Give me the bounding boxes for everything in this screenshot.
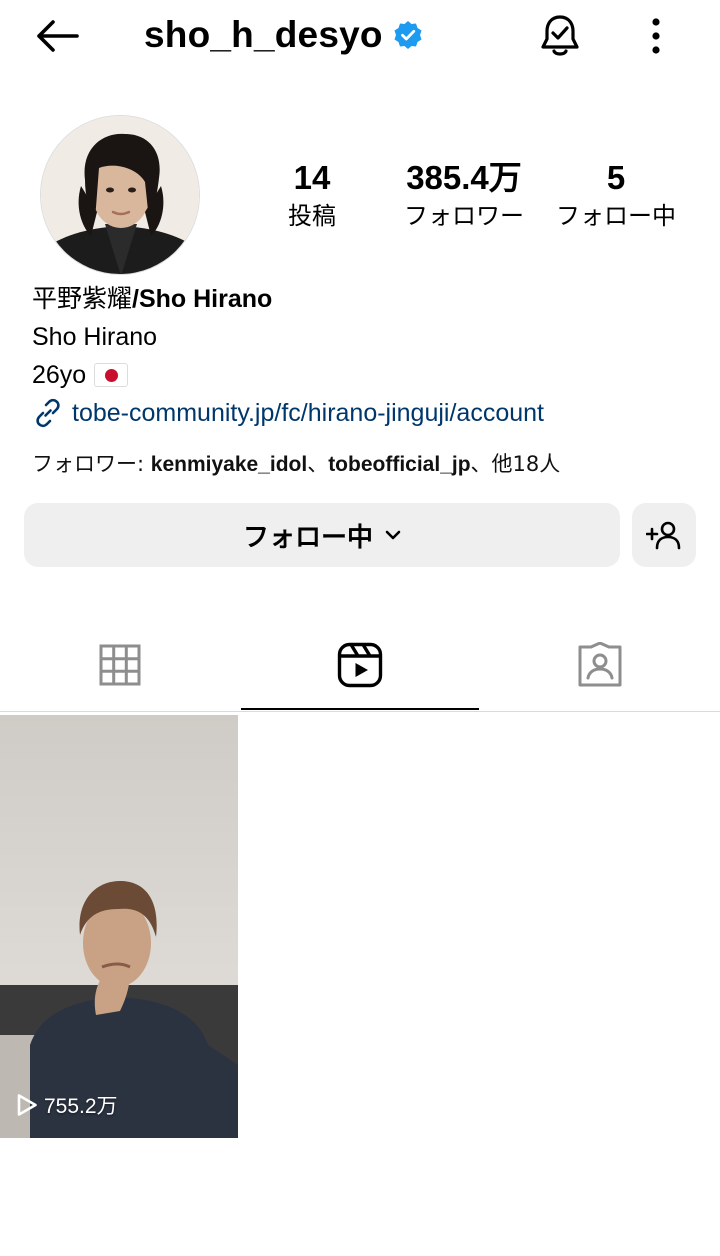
japan-flag-icon — [94, 363, 129, 387]
username-header: sho_h_desyo — [144, 12, 423, 58]
following-stat[interactable]: 5 フォロー中 — [546, 158, 686, 233]
add-user-icon — [646, 521, 681, 550]
top-bar: sho_h_desyo — [0, 0, 720, 72]
followed-by-user-1: kenmiyake_idol — [150, 453, 308, 476]
reels-icon — [337, 642, 383, 688]
chevron-down-icon — [385, 530, 401, 540]
tab-grid[interactable] — [0, 620, 240, 710]
bio-name-jp: 平野紫耀 — [32, 284, 133, 313]
back-arrow-icon — [37, 20, 79, 52]
followers-label: フォロワー — [404, 202, 524, 230]
tab-tagged[interactable] — [480, 620, 720, 710]
tab-divider — [0, 711, 720, 712]
play-icon — [17, 1094, 37, 1116]
tagged-icon — [578, 642, 622, 687]
posts-label: 投稿 — [288, 202, 336, 230]
followed-by-prefix: フォロワー: — [32, 452, 151, 476]
reel-view-count: 755.2万 — [44, 1095, 118, 1118]
posts-count: 14 — [293, 159, 331, 196]
grid-icon — [99, 644, 141, 686]
more-options-icon — [652, 18, 660, 54]
following-label: フォロー中 — [556, 202, 676, 230]
followed-by-user-2: tobeofficial_jp — [328, 453, 471, 476]
bio-age: 26yo — [32, 361, 87, 389]
avatar-image — [41, 116, 199, 274]
notification-bell-button[interactable] — [534, 8, 586, 64]
back-button[interactable] — [28, 12, 84, 60]
bio-link[interactable]: tobe-community.jp/fc/hirano-jinguji/acco… — [32, 396, 544, 430]
followers-stat[interactable]: 385.4万 フォロワー — [392, 158, 536, 233]
following-button[interactable]: フォロー中 — [24, 503, 620, 567]
bio-subtitle: Sho Hirano — [32, 323, 158, 351]
more-options-button[interactable] — [636, 12, 676, 60]
username-title: sho_h_desyo — [144, 14, 383, 55]
reel-thumbnail[interactable]: 755.2万 — [0, 715, 238, 1138]
followed-by-sep: 、 — [307, 452, 329, 476]
posts-stat[interactable]: 14 投稿 — [262, 158, 362, 233]
bio-age-line: 26yo — [32, 358, 129, 392]
add-user-button[interactable] — [632, 503, 696, 567]
followed-by-suffix: 、他18人 — [470, 452, 561, 476]
bio-link-text: tobe-community.jp/fc/hirano-jinguji/acco… — [72, 399, 544, 427]
following-button-label: フォロー中 — [242, 522, 373, 553]
reel-thumbnail-image — [0, 715, 238, 1138]
verified-badge-icon — [394, 21, 422, 49]
bio-display-name: 平野紫耀/Sho Hirano — [32, 282, 272, 316]
link-icon — [36, 398, 60, 428]
profile-avatar[interactable] — [40, 115, 200, 275]
active-tab-indicator — [241, 708, 479, 710]
notification-bell-icon — [541, 15, 579, 56]
followed-by-line[interactable]: フォロワー: kenmiyake_idol、tobeofficial_jp、他1… — [32, 448, 560, 481]
followers-count: 385.4万 — [406, 159, 522, 196]
following-count: 5 — [606, 159, 626, 196]
tab-reels[interactable] — [240, 620, 480, 710]
bio-name-en: /Sho Hirano — [132, 285, 273, 313]
reel-views: 755.2万 — [16, 1090, 118, 1120]
